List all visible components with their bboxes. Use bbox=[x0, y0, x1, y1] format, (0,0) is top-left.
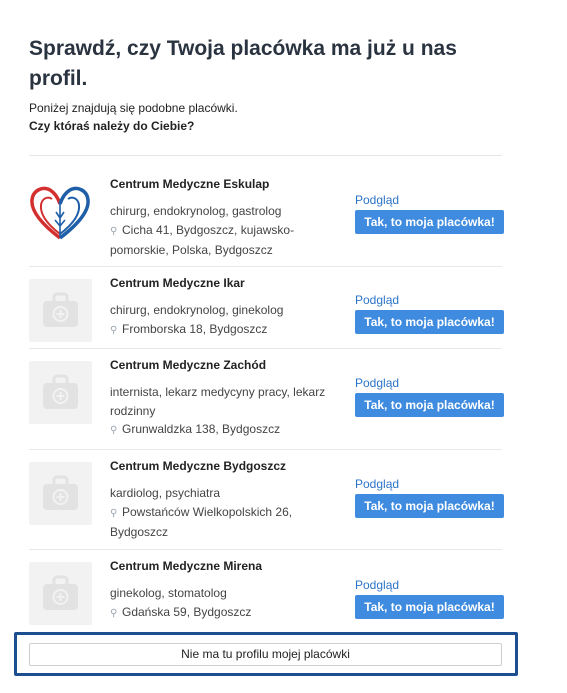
facility-logo bbox=[29, 180, 92, 243]
facility-address: ⚲ Fromborska 18, Bydgoszcz bbox=[110, 320, 346, 341]
facility-specialties: internista, lekarz medycyny pracy, lekar… bbox=[110, 385, 326, 418]
facility-address-text: Cicha 41, Bydgoszcz, kujawsko-pomorskie,… bbox=[110, 222, 295, 258]
facility-address-text: Gdańska 59, Bydgoszcz bbox=[122, 604, 252, 619]
facility-specialties: chirurg, endokrynolog, ginekolog bbox=[110, 303, 284, 317]
intro-text: Poniżej znajdują się podobne placówki. C… bbox=[29, 99, 238, 135]
intro-line: Poniżej znajdują się podobne placówki. bbox=[29, 101, 238, 115]
facility-address-text: Fromborska 18, Bydgoszcz bbox=[122, 321, 268, 336]
facility-row: Centrum Medyczne Eskulap chirurg, endokr… bbox=[29, 168, 504, 267]
heart-logo-icon bbox=[30, 186, 90, 240]
facility-thumbnail bbox=[29, 361, 92, 424]
facility-name: Centrum Medyczne Eskulap bbox=[110, 177, 270, 191]
facility-info: Centrum Medyczne Mirena ginekolog, stoma… bbox=[110, 558, 346, 623]
facility-name: Centrum Medyczne Mirena bbox=[110, 559, 263, 573]
facility-address: ⚲ Powstańców Wielkopolskich 26, Bydgoszcz bbox=[110, 503, 346, 542]
facility-actions: Podgląd Tak, to moja placówka! bbox=[355, 477, 504, 518]
claim-button[interactable]: Tak, to moja placówka! bbox=[355, 595, 504, 619]
facility-thumbnail bbox=[29, 279, 92, 342]
preview-link[interactable]: Podgląd bbox=[355, 193, 504, 207]
claim-button[interactable]: Tak, to moja placówka! bbox=[355, 310, 504, 334]
facility-actions: Podgląd Tak, to moja placówka! bbox=[355, 193, 504, 234]
location-pin-icon: ⚲ bbox=[110, 225, 118, 237]
facility-actions: Podgląd Tak, to moja placówka! bbox=[355, 293, 504, 334]
medical-bag-icon bbox=[43, 374, 78, 409]
facility-specialties: ginekolog, stomatolog bbox=[110, 586, 227, 600]
facility-info: Centrum Medyczne Ikar chirurg, endokryno… bbox=[110, 275, 346, 340]
facility-name: Centrum Medyczne Ikar bbox=[110, 276, 245, 290]
location-pin-icon: ⚲ bbox=[110, 324, 118, 336]
preview-link[interactable]: Podgląd bbox=[355, 477, 504, 491]
facility-thumbnail bbox=[29, 562, 92, 625]
facility-name: Centrum Medyczne Zachód bbox=[110, 358, 267, 372]
intro-question: Czy któraś należy do Ciebie? bbox=[29, 119, 195, 133]
facility-row: Centrum Medyczne Bydgoszcz kardiolog, ps… bbox=[29, 450, 504, 550]
facility-row: Centrum Medyczne Mirena ginekolog, stoma… bbox=[29, 550, 504, 630]
facility-thumbnail bbox=[29, 462, 92, 525]
facility-address: ⚲ Gdańska 59, Bydgoszcz bbox=[110, 603, 346, 624]
facility-address: ⚲ Cicha 41, Bydgoszcz, kujawsko-pomorskie… bbox=[110, 221, 346, 260]
preview-link[interactable]: Podgląd bbox=[355, 578, 504, 592]
no-profile-button[interactable]: Nie ma tu profilu mojej placówki bbox=[29, 643, 502, 666]
claim-button[interactable]: Tak, to moja placówka! bbox=[355, 494, 504, 518]
divider bbox=[29, 155, 502, 156]
preview-link[interactable]: Podgląd bbox=[355, 376, 504, 390]
preview-link[interactable]: Podgląd bbox=[355, 293, 504, 307]
location-pin-icon: ⚲ bbox=[110, 607, 118, 619]
facility-specialties: chirurg, endokrynolog, gastrolog bbox=[110, 204, 282, 218]
location-pin-icon: ⚲ bbox=[110, 507, 118, 519]
facility-row: Centrum Medyczne Ikar chirurg, endokryno… bbox=[29, 267, 504, 349]
facility-info: Centrum Medyczne Eskulap chirurg, endokr… bbox=[110, 176, 346, 260]
medical-bag-icon bbox=[43, 475, 78, 510]
claim-button[interactable]: Tak, to moja placówka! bbox=[355, 210, 504, 234]
location-pin-icon: ⚲ bbox=[110, 425, 118, 436]
facility-name: Centrum Medyczne Bydgoszcz bbox=[110, 459, 287, 473]
facility-address: ⚲ Grunwaldzka 138, Bydgoszcz bbox=[110, 420, 346, 441]
facility-row: Centrum Medyczne Zachód internista, leka… bbox=[29, 349, 504, 450]
claim-button[interactable]: Tak, to moja placówka! bbox=[355, 393, 504, 417]
facility-address-text: Grunwaldzka 138, Bydgoszcz bbox=[122, 422, 281, 436]
medical-bag-icon bbox=[43, 575, 78, 610]
medical-bag-icon bbox=[43, 292, 78, 327]
facility-address-text: Powstańców Wielkopolskich 26, Bydgoszcz bbox=[110, 504, 293, 540]
facility-specialties: kardiolog, psychiatra bbox=[110, 486, 221, 500]
facility-info: Centrum Medyczne Zachód internista, leka… bbox=[110, 357, 346, 441]
facility-actions: Podgląd Tak, to moja placówka! bbox=[355, 376, 504, 417]
page-title: Sprawdź, czy Twoja placówka ma już u nas… bbox=[29, 37, 457, 90]
facility-info: Centrum Medyczne Bydgoszcz kardiolog, ps… bbox=[110, 458, 346, 542]
facility-actions: Podgląd Tak, to moja placówka! bbox=[355, 578, 504, 619]
